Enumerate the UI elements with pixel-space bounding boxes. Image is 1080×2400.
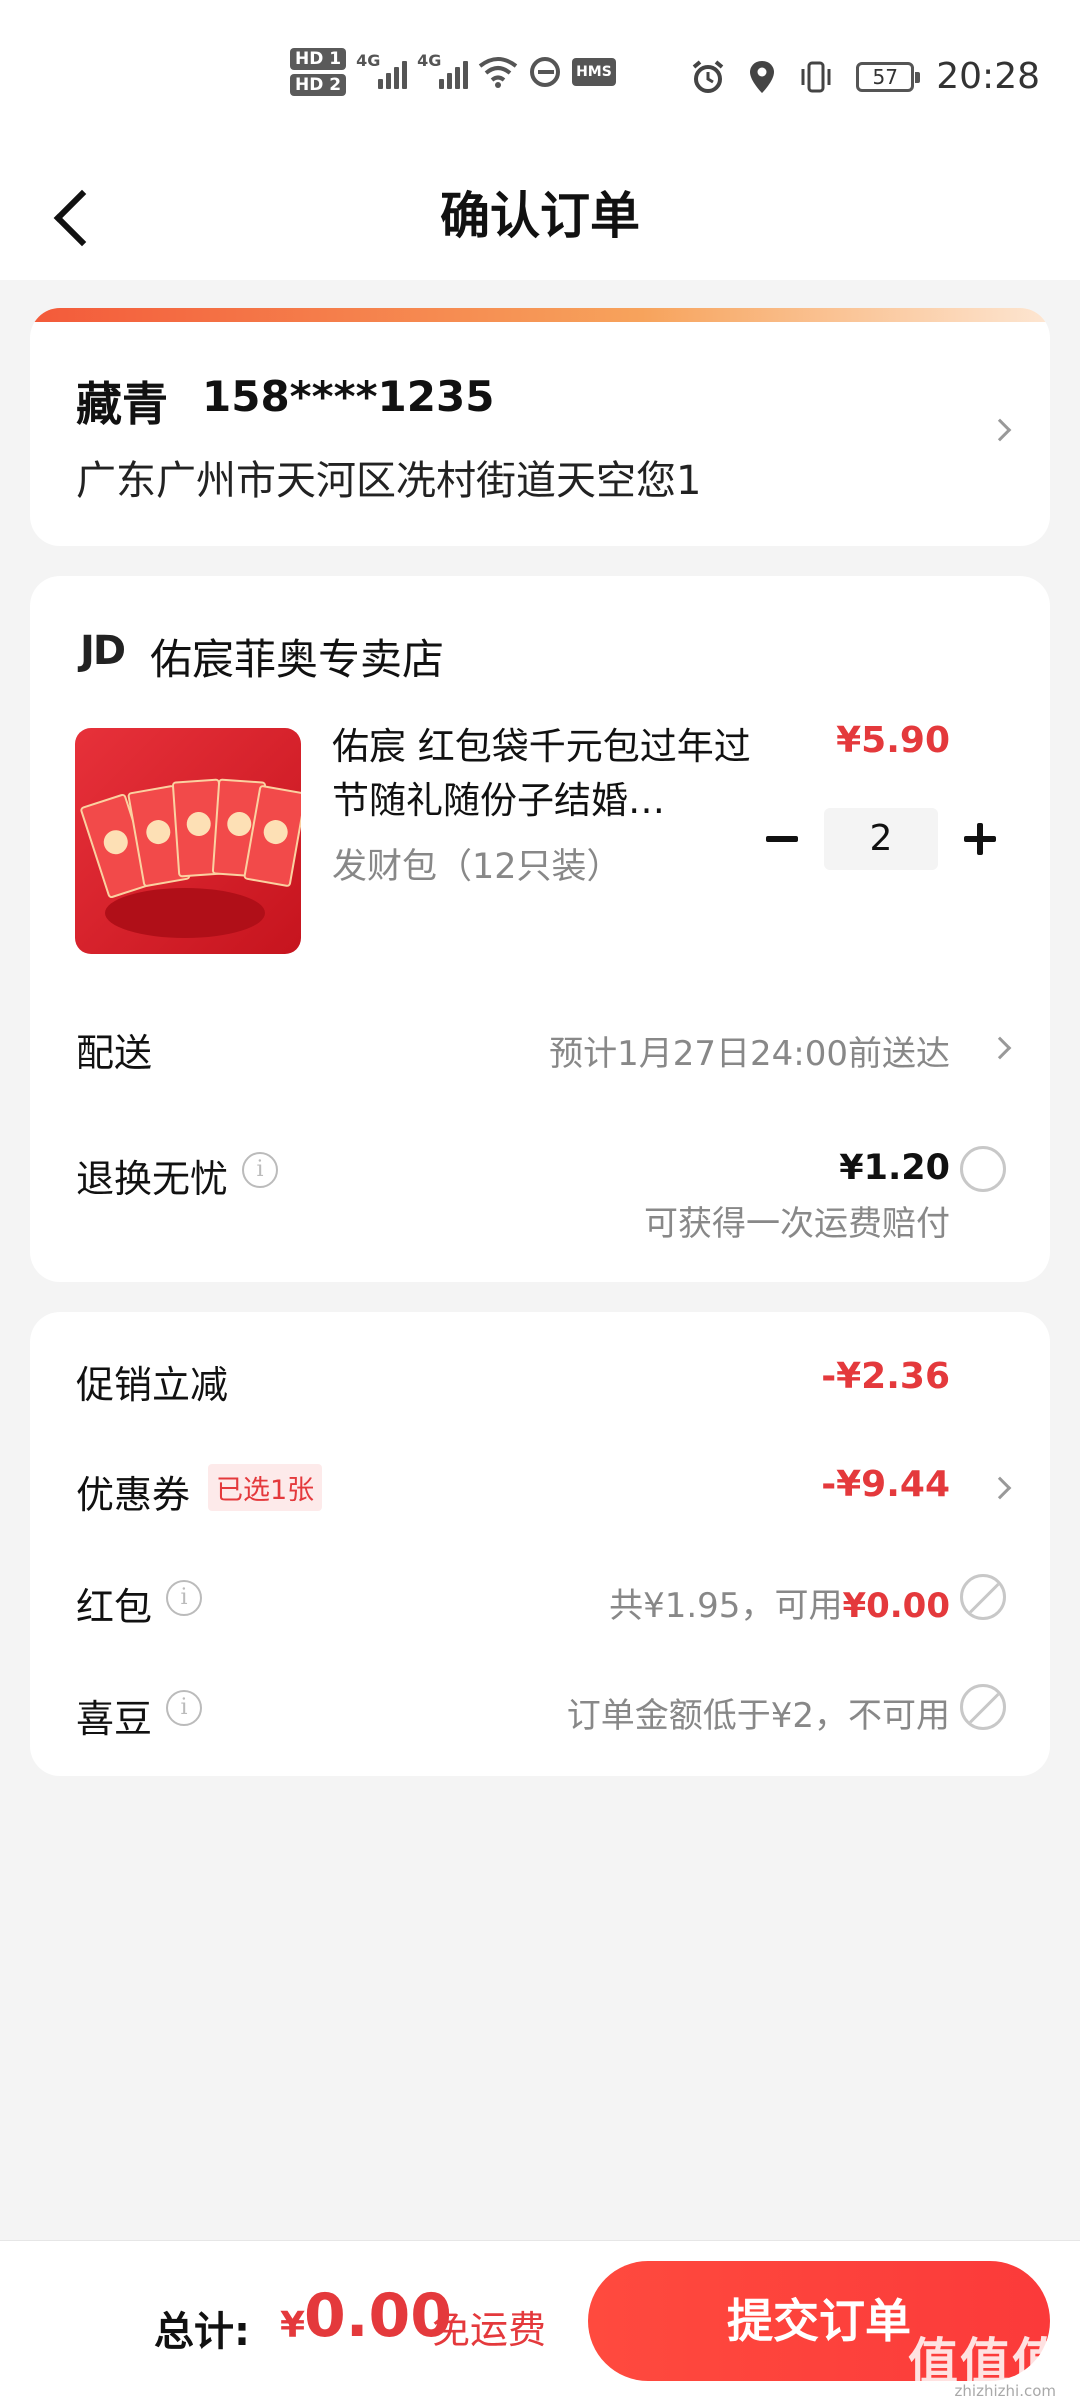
page-title: 确认订单 [440, 187, 640, 245]
chevron-right-icon [988, 1476, 1012, 1500]
alarm-icon [692, 59, 724, 93]
redpacket-label: 红包 [76, 1585, 153, 1629]
hms-icon: HMS [572, 58, 616, 86]
clock: 20:28 [936, 56, 1040, 97]
hd1-icon: HD 1 [290, 48, 347, 70]
info-icon[interactable]: i [242, 1152, 278, 1188]
shop-name[interactable]: 佑宸菲奥专卖店 [150, 626, 444, 687]
disabled-icon[interactable] [960, 1574, 1006, 1620]
currency-symbol: ¥ [280, 2305, 306, 2346]
disabled-icon[interactable] [960, 1684, 1006, 1730]
battery-icon: 57 [856, 61, 921, 92]
jd-logo: JD [80, 628, 126, 674]
total-amount: 0.00 [304, 2281, 453, 2351]
redpacket-total: 共¥1.95，可用 [609, 1586, 843, 1626]
product-title[interactable]: 佑宸 红包袋千元包过年过节随礼随份子结婚… [332, 720, 752, 828]
free-shipping-label: 免运费 [432, 2308, 547, 2352]
status-left-icons: HD 1 HD 2 4G 4G HMS [290, 48, 616, 96]
address-card[interactable]: 藏青 158****1235 广东广州市天河区冼村街道天空您1 [30, 308, 1050, 546]
xidou-label: 喜豆 [76, 1697, 153, 1741]
signal-2-icon: 4G [417, 51, 469, 89]
discounts-card: 促销立减 -¥2.36 优惠券 已选1张 -¥9.44 红包 i 共¥1.95，… [30, 1312, 1050, 1776]
chevron-right-icon [988, 1036, 1012, 1060]
xidou-value: 订单金额低于¥2，不可用 [566, 1696, 950, 1736]
hd2-icon: HD 2 [290, 74, 347, 96]
delivery-label: 配送 [76, 1031, 153, 1075]
network-type-1: 4G [356, 51, 381, 70]
redpacket-value: ¥0.00 [842, 1586, 950, 1626]
delivery-estimate[interactable]: 预计1月27日24:00前送达 [549, 1026, 950, 1075]
return-insurance-radio[interactable] [960, 1146, 1006, 1192]
info-icon[interactable]: i [166, 1690, 202, 1726]
address-line: 广东广州市天河区冼村街道天空您1 [76, 458, 702, 504]
hd-icons: HD 1 HD 2 [290, 48, 347, 96]
coupon-value[interactable]: -¥9.44 [821, 1464, 950, 1505]
network-type-2: 4G [417, 51, 442, 70]
status-right-icons: 57 20:28 [690, 56, 1040, 97]
signal-1-icon: 4G [356, 51, 408, 89]
address-stripe [30, 308, 1050, 322]
quantity-stepper: 2 [762, 808, 1000, 870]
return-insurance-label: 退换无忧 [76, 1157, 229, 1201]
promo-value: -¥2.36 [821, 1356, 950, 1397]
status-bar: HD 1 HD 2 4G 4G HMS 57 20:28 [0, 0, 1080, 150]
watermark-url: zhizhizhi.com [954, 2382, 1056, 2400]
location-icon [750, 60, 775, 93]
recipient-name: 藏青 [76, 377, 168, 431]
info-icon[interactable]: i [166, 1580, 202, 1616]
increase-button[interactable] [960, 819, 1000, 859]
coupon-badge: 已选1张 [208, 1464, 323, 1511]
product-image[interactable] [75, 728, 301, 954]
product-card: JD 佑宸菲奥专卖店 佑宸 红包袋千元包过年过节随礼随份子结婚… 发财包（12只… [30, 576, 1050, 1282]
redpacket-available: 共¥1.95，可用¥0.00 [609, 1578, 950, 1627]
return-insurance-price: ¥1.20 [839, 1148, 950, 1188]
nav-header: 确认订单 [0, 150, 1080, 280]
coupon-label: 优惠券 [76, 1473, 191, 1517]
vibrate-icon [801, 61, 831, 92]
e-app-icon [530, 57, 561, 87]
quantity-input[interactable]: 2 [824, 808, 938, 870]
return-insurance-note: 可获得一次运费赔付 [644, 1204, 950, 1244]
product-spec[interactable]: 发财包（12只装） [332, 838, 622, 889]
total-label: 总计: [154, 2309, 250, 2355]
chevron-right-icon [988, 418, 1012, 442]
product-price: ¥5.90 [836, 720, 950, 761]
recipient-phone: 158****1235 [202, 372, 495, 421]
decrease-button[interactable] [762, 819, 802, 859]
wifi-icon [478, 57, 518, 88]
promo-label: 促销立减 [76, 1363, 229, 1407]
